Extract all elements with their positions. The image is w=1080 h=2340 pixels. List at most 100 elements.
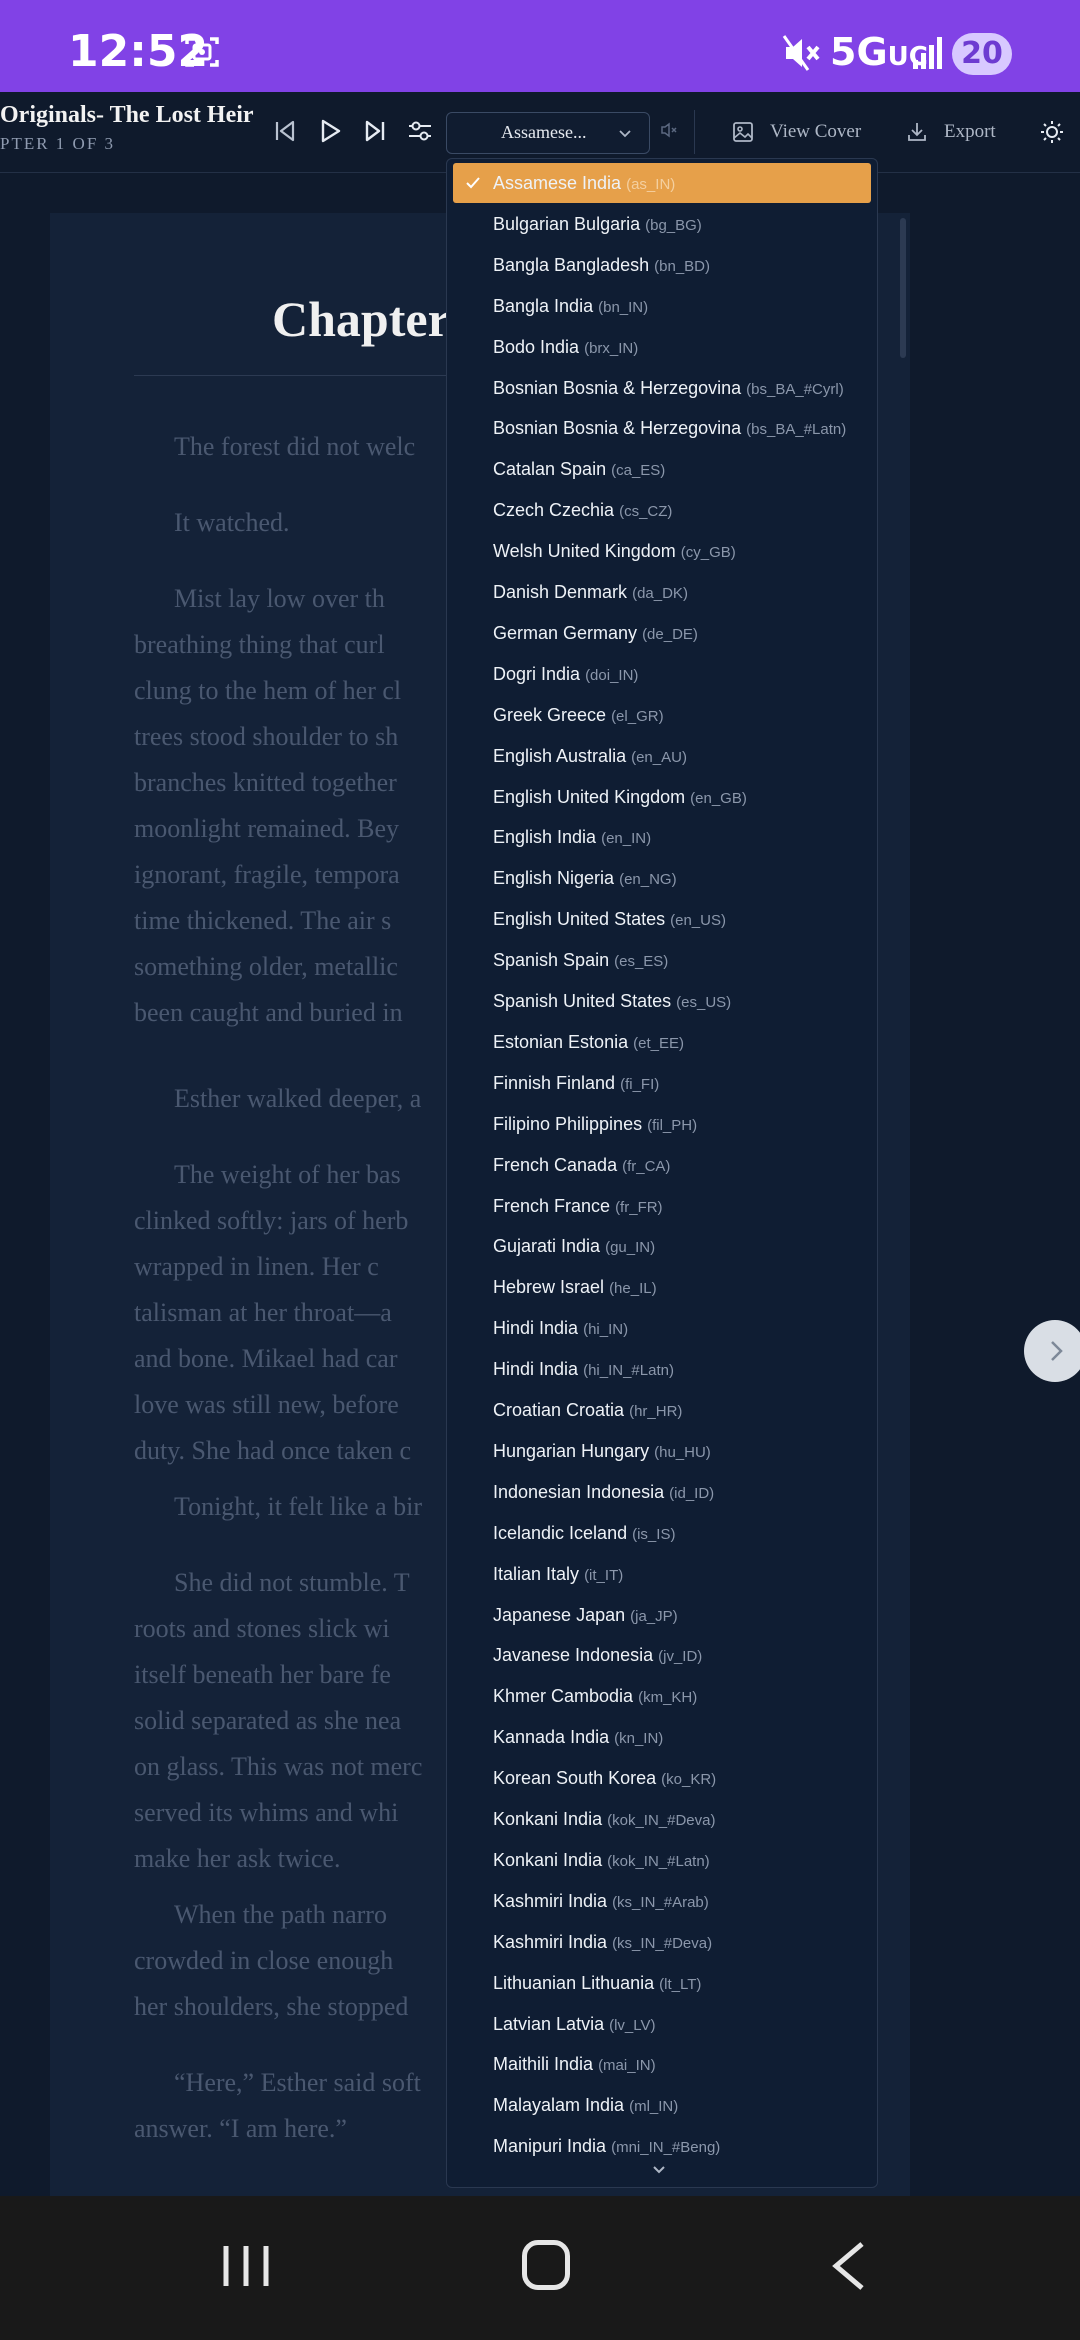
language-code: (ja_JP) xyxy=(630,1607,678,1625)
language-option-label: English United Kingdom (en_GB) xyxy=(493,787,747,808)
language-option[interactable]: Catalan Spain (ca_ES) xyxy=(447,449,877,489)
language-option[interactable]: Kashmiri India (ks_IN_#Arab) xyxy=(447,1881,877,1921)
language-code: (ko_KR) xyxy=(661,1771,717,1789)
language-option[interactable]: Estonian Estonia (et_EE) xyxy=(447,1022,877,1062)
volume-mute-icon[interactable] xyxy=(660,121,678,139)
language-code: (gu_IN) xyxy=(605,1239,656,1257)
language-code: (cs_CZ) xyxy=(619,503,673,521)
language-option[interactable]: Maithili India (mai_IN) xyxy=(447,2044,877,2084)
skip-previous-icon[interactable] xyxy=(270,116,300,146)
language-option[interactable]: German Germany (de_DE) xyxy=(447,613,877,653)
language-option[interactable]: Latvian Latvia (lv_LV) xyxy=(447,2004,877,2044)
language-option[interactable]: Kashmiri India (ks_IN_#Deva) xyxy=(447,1922,877,1962)
language-code: (bs_BA_#Cyrl) xyxy=(746,380,844,398)
language-option[interactable]: Greek Greece (el_GR) xyxy=(447,695,877,735)
language-option-label: Maithili India (mai_IN) xyxy=(493,2054,656,2075)
language-code: (jv_ID) xyxy=(658,1648,703,1666)
language-code: (bg_BG) xyxy=(645,216,702,234)
home-button[interactable] xyxy=(522,2240,570,2290)
play-icon[interactable] xyxy=(315,116,345,146)
brightness-icon[interactable] xyxy=(1040,120,1064,144)
language-option[interactable]: Indonesian Indonesia (id_ID) xyxy=(447,1472,877,1512)
back-button[interactable] xyxy=(828,2240,868,2292)
language-option[interactable]: Khmer Cambodia (km_KH) xyxy=(447,1676,877,1716)
language-option[interactable]: Konkani India (kok_IN_#Deva) xyxy=(447,1799,877,1839)
language-option[interactable]: English India (en_IN) xyxy=(447,817,877,857)
language-name: Maithili India xyxy=(493,2054,594,2075)
language-option-label: Dogri India (doi_IN) xyxy=(493,664,638,685)
language-option[interactable]: Manipuri India (mni_IN_#Beng) xyxy=(447,2126,877,2166)
language-option[interactable]: English United Kingdom (en_GB) xyxy=(447,777,877,817)
language-option[interactable]: Hindi India (hi_IN) xyxy=(447,1308,877,1348)
skip-next-icon[interactable] xyxy=(360,116,390,146)
language-option-label: Bulgarian Bulgaria (bg_BG) xyxy=(493,214,702,235)
language-name: French Canada xyxy=(493,1154,618,1175)
language-option-selected[interactable]: Assamese India (as_IN) xyxy=(453,163,871,203)
language-option[interactable]: Icelandic Iceland (is_IS) xyxy=(447,1513,877,1553)
language-option[interactable]: English Nigeria (en_NG) xyxy=(447,858,877,898)
language-option-label: Hungarian Hungary (hu_HU) xyxy=(493,1441,711,1462)
language-name: German Germany xyxy=(493,622,638,643)
battery-indicator: 20 xyxy=(952,33,1012,75)
language-code: (mni_IN_#Beng) xyxy=(611,2139,721,2157)
language-name: Latvian Latvia xyxy=(493,2013,605,2034)
language-option[interactable]: Spanish Spain (es_ES) xyxy=(447,940,877,980)
language-option-label: Bosnian Bosnia & Herzegovina (bs_BA_#Lat… xyxy=(493,418,846,439)
language-name: Hebrew Israel xyxy=(493,1277,605,1298)
language-option[interactable]: Lithuanian Lithuania (lt_LT) xyxy=(447,1963,877,2003)
language-option[interactable]: Bulgarian Bulgaria (bg_BG) xyxy=(447,204,877,244)
language-option[interactable]: Konkani India (kok_IN_#Latn) xyxy=(447,1840,877,1880)
language-dropdown[interactable]: Assamese India (as_IN) Bulgarian Bulgaria… xyxy=(446,158,878,2188)
reader-scrollbar[interactable] xyxy=(900,218,906,358)
language-option-label: Korean South Korea (ko_KR) xyxy=(493,1768,716,1789)
language-option[interactable]: Croatian Croatia (hr_HR) xyxy=(447,1390,877,1430)
toolbar-divider xyxy=(694,110,695,154)
language-option[interactable]: Spanish United States (es_US) xyxy=(447,981,877,1021)
language-option[interactable]: Bodo India (brx_IN) xyxy=(447,327,877,367)
language-name: Indonesian Indonesia xyxy=(493,1481,665,1502)
language-option[interactable]: Dogri India (doi_IN) xyxy=(447,654,877,694)
language-option-label: Hindi India (hi_IN) xyxy=(493,1318,628,1339)
language-option[interactable]: Japanese Japan (ja_JP) xyxy=(447,1595,877,1635)
language-option[interactable]: Hebrew Israel (he_IL) xyxy=(447,1267,877,1307)
language-name: English United Kingdom xyxy=(493,786,686,807)
language-option[interactable]: Welsh United Kingdom (cy_GB) xyxy=(447,531,877,571)
language-option[interactable]: English United States (en_US) xyxy=(447,899,877,939)
next-page-button[interactable] xyxy=(1024,1320,1080,1382)
language-option[interactable]: Danish Denmark (da_DK) xyxy=(447,572,877,612)
language-option[interactable]: Bosnian Bosnia & Herzegovina (bs_BA_#Lat… xyxy=(447,408,877,448)
language-option[interactable]: Hindi India (hi_IN_#Latn) xyxy=(447,1349,877,1389)
language-code: (bn_BD) xyxy=(654,257,711,275)
language-option[interactable]: Czech Czechia (cs_CZ) xyxy=(447,490,877,530)
language-code: (bn_IN) xyxy=(598,298,649,316)
language-option[interactable]: Korean South Korea (ko_KR) xyxy=(447,1758,877,1798)
language-option[interactable]: Italian Italy (it_IT) xyxy=(447,1554,877,1594)
language-code: (ks_IN_#Arab) xyxy=(612,1893,709,1911)
language-name: Bangla Bangladesh xyxy=(493,254,650,275)
language-option[interactable]: English Australia (en_AU) xyxy=(447,736,877,776)
language-code: (es_US) xyxy=(676,994,732,1011)
language-option[interactable]: Finnish Finland (fi_FI) xyxy=(447,1063,877,1103)
language-option[interactable]: French France (fr_FR) xyxy=(447,1186,877,1226)
language-option[interactable]: Malayalam India (ml_IN) xyxy=(447,2085,877,2125)
language-option[interactable]: Bangla India (bn_IN) xyxy=(447,286,877,326)
language-name: Manipuri India xyxy=(493,2136,607,2157)
language-option[interactable]: French Canada (fr_CA) xyxy=(447,1145,877,1185)
chevron-down-icon[interactable] xyxy=(651,2163,667,2177)
language-option[interactable]: Javanese Indonesia (jv_ID) xyxy=(447,1635,877,1675)
recent-apps-button[interactable] xyxy=(222,2242,270,2290)
export-button[interactable]: Export xyxy=(906,110,996,154)
language-option-label: German Germany (de_DE) xyxy=(493,623,698,644)
language-option[interactable]: Kannada India (kn_IN) xyxy=(447,1717,877,1757)
view-cover-button[interactable]: View Cover xyxy=(732,110,861,154)
language-option[interactable]: Hungarian Hungary (hu_HU) xyxy=(447,1431,877,1471)
language-code: (en_GB) xyxy=(690,789,747,807)
language-option[interactable]: Filipino Philippines (fil_PH) xyxy=(447,1104,877,1144)
settings-sliders-icon[interactable] xyxy=(405,116,435,146)
language-name: Danish Denmark xyxy=(493,582,628,602)
language-option[interactable]: Bangla Bangladesh (bn_BD) xyxy=(447,245,877,285)
language-option[interactable]: Gujarati India (gu_IN) xyxy=(447,1226,877,1266)
language-name: Kashmiri India xyxy=(493,1890,608,1911)
language-option[interactable]: Bosnian Bosnia & Herzegovina (bs_BA_#Cyr… xyxy=(447,368,877,408)
language-select[interactable]: Assamese... xyxy=(446,112,650,154)
